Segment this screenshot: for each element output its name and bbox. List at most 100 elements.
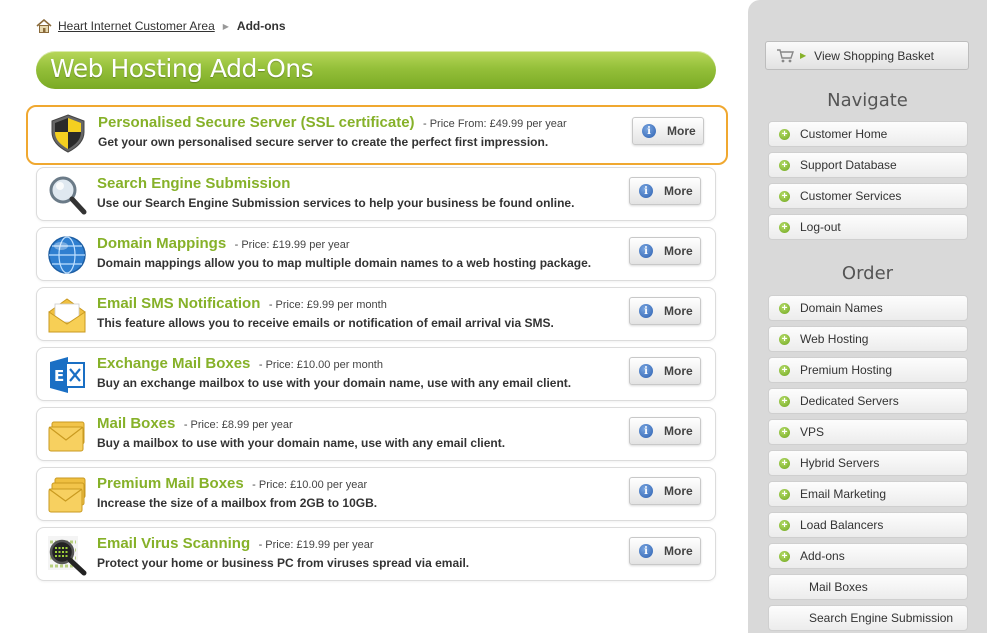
mail-stack-icon xyxy=(48,477,86,513)
sidebar-item-label: Domain Names xyxy=(800,301,883,315)
product-item-premium-mail-boxes[interactable]: Premium Mail Boxes - Price: £10.00 per y… xyxy=(36,467,716,521)
more-button[interactable]: i More xyxy=(629,177,701,205)
sidebar-item-load-balancers[interactable]: + Load Balancers xyxy=(768,512,968,538)
product-name[interactable]: Email SMS Notification xyxy=(97,295,260,312)
sidebar-item-customer-home[interactable]: + Customer Home xyxy=(768,121,968,147)
product-name[interactable]: Exchange Mail Boxes xyxy=(97,355,250,372)
shield-icon xyxy=(51,114,85,153)
sidebar-subitem-mail-boxes[interactable]: Mail Boxes xyxy=(768,574,968,600)
sidebar-item-domain-names[interactable]: + Domain Names xyxy=(768,295,968,321)
sidebar-item-label: Email Marketing xyxy=(800,487,887,501)
more-button[interactable]: i More xyxy=(629,357,701,385)
product-text: Email SMS Notification - Price: £9.99 pe… xyxy=(97,294,617,331)
plus-circle-icon: + xyxy=(779,364,790,376)
product-description: Domain mappings allow you to map multipl… xyxy=(97,256,592,270)
product-text: Search Engine Submission Use our Search … xyxy=(97,174,617,211)
sidebar-item-label: Premium Hosting xyxy=(800,363,893,377)
product-item-exchange-mail-boxes[interactable]: E Exchange Mail Boxes - Price: £10.00 pe… xyxy=(36,347,716,401)
info-icon: i xyxy=(639,424,653,438)
view-shopping-basket-button[interactable]: ▶ View Shopping Basket xyxy=(765,41,969,70)
more-button-label: More xyxy=(664,544,693,558)
sidebar-item-web-hosting[interactable]: + Web Hosting xyxy=(768,326,968,352)
product-item-domain-mappings[interactable]: Domain Mappings - Price: £19.99 per year… xyxy=(36,227,716,281)
more-button[interactable]: i More xyxy=(629,237,701,265)
info-icon: i xyxy=(639,544,653,558)
product-description: Get your own personalised secure server … xyxy=(98,135,549,149)
sidebar-item-label: Log-out xyxy=(800,220,841,234)
sidebar-item-log-out[interactable]: + Log-out xyxy=(768,214,968,240)
more-button-label: More xyxy=(664,184,693,198)
sidebar-item-label: Load Balancers xyxy=(800,518,884,532)
info-icon: i xyxy=(639,484,653,498)
sidebar-item-support-database[interactable]: + Support Database xyxy=(768,152,968,178)
product-name[interactable]: Domain Mappings xyxy=(97,235,226,252)
product-description: Buy an exchange mailbox to use with your… xyxy=(97,376,572,390)
sidebar-item-premium-hosting[interactable]: + Premium Hosting xyxy=(768,357,968,383)
product-name[interactable]: Mail Boxes xyxy=(97,415,175,432)
sidebar-item-email-marketing[interactable]: + Email Marketing xyxy=(768,481,968,507)
more-button[interactable]: i More xyxy=(632,117,704,145)
product-item-ssl[interactable]: Personalised Secure Server (SSL certific… xyxy=(26,105,728,165)
plus-circle-icon: + xyxy=(779,221,790,233)
product-name[interactable]: Premium Mail Boxes xyxy=(97,475,244,492)
plus-circle-icon: + xyxy=(779,395,790,407)
plus-circle-icon: + xyxy=(779,488,790,500)
sidebar-item-label: Customer Services xyxy=(800,189,902,203)
arrow-right-icon: ▶ xyxy=(800,51,807,60)
more-button[interactable]: i More xyxy=(629,477,701,505)
sidebar-item-customer-services[interactable]: + Customer Services xyxy=(768,183,968,209)
product-text: Mail Boxes - Price: £8.99 per year Buy a… xyxy=(97,414,617,451)
product-text: Premium Mail Boxes - Price: £10.00 per y… xyxy=(97,474,617,511)
product-price: - Price: £9.99 per month xyxy=(268,299,387,311)
info-icon: i xyxy=(639,304,653,318)
product-price: - Price: £10.00 per month xyxy=(258,359,383,371)
more-button-label: More xyxy=(664,244,693,258)
product-text: Domain Mappings - Price: £19.99 per year… xyxy=(97,234,617,271)
sidebar-item-hybrid-servers[interactable]: + Hybrid Servers xyxy=(768,450,968,476)
product-name[interactable]: Email Virus Scanning xyxy=(97,535,250,552)
product-text: Personalised Secure Server (SSL certific… xyxy=(98,113,618,150)
more-button[interactable]: i More xyxy=(629,537,701,565)
home-icon xyxy=(36,19,52,33)
plus-circle-icon: + xyxy=(779,550,790,562)
product-text: Email Virus Scanning - Price: £19.99 per… xyxy=(97,534,617,571)
product-price: - Price: £10.00 per year xyxy=(252,479,368,491)
plus-circle-icon: + xyxy=(779,457,790,469)
product-price: - Price: £19.99 per year xyxy=(234,239,350,251)
product-item-search-engine-submission[interactable]: Search Engine Submission Use our Search … xyxy=(36,167,716,221)
plus-circle-icon: + xyxy=(779,519,790,531)
svg-text:E: E xyxy=(54,367,64,385)
more-button-label: More xyxy=(664,424,693,438)
plus-circle-icon: + xyxy=(779,128,790,140)
mail-stack-icon xyxy=(48,421,85,452)
page-title: Web Hosting Add-Ons xyxy=(50,54,314,83)
sidebar: ▶ View Shopping Basket Navigate + Custom… xyxy=(748,0,987,633)
sidebar-item-label: Support Database xyxy=(800,158,897,172)
product-name[interactable]: Personalised Secure Server (SSL certific… xyxy=(98,114,415,131)
product-item-mail-boxes[interactable]: Mail Boxes - Price: £8.99 per year Buy a… xyxy=(36,407,716,461)
product-description: Buy a mailbox to use with your domain na… xyxy=(97,436,506,450)
sidebar-item-add-ons[interactable]: + Add-ons xyxy=(768,543,968,569)
exchange-icon: E xyxy=(50,357,85,393)
product-item-email-virus-scanning[interactable]: Email Virus Scanning - Price: £19.99 per… xyxy=(36,527,716,581)
magnifier-icon xyxy=(49,176,87,215)
shopping-cart-icon xyxy=(777,48,794,62)
sidebar-item-label: Hybrid Servers xyxy=(800,456,880,470)
more-button-label: More xyxy=(664,364,693,378)
navigate-heading: Navigate xyxy=(827,90,908,111)
product-item-email-sms-notification[interactable]: Email SMS Notification - Price: £9.99 pe… xyxy=(36,287,716,341)
sidebar-item-vps[interactable]: + VPS xyxy=(768,419,968,445)
sidebar-item-dedicated-servers[interactable]: + Dedicated Servers xyxy=(768,388,968,414)
breadcrumb-home-link[interactable]: Heart Internet Customer Area xyxy=(58,19,215,33)
sidebar-item-label: Add-ons xyxy=(800,549,845,563)
info-icon: i xyxy=(639,364,653,378)
sidebar-subitem-search-engine-submission[interactable]: Search Engine Submission xyxy=(768,605,968,631)
info-icon: i xyxy=(642,124,656,138)
plus-circle-icon: + xyxy=(779,159,790,171)
more-button[interactable]: i More xyxy=(629,417,701,445)
info-icon: i xyxy=(639,184,653,198)
sidebar-item-label: VPS xyxy=(800,425,825,439)
more-button[interactable]: i More xyxy=(629,297,701,325)
product-name[interactable]: Search Engine Submission xyxy=(97,175,290,192)
more-button-label: More xyxy=(664,304,693,318)
